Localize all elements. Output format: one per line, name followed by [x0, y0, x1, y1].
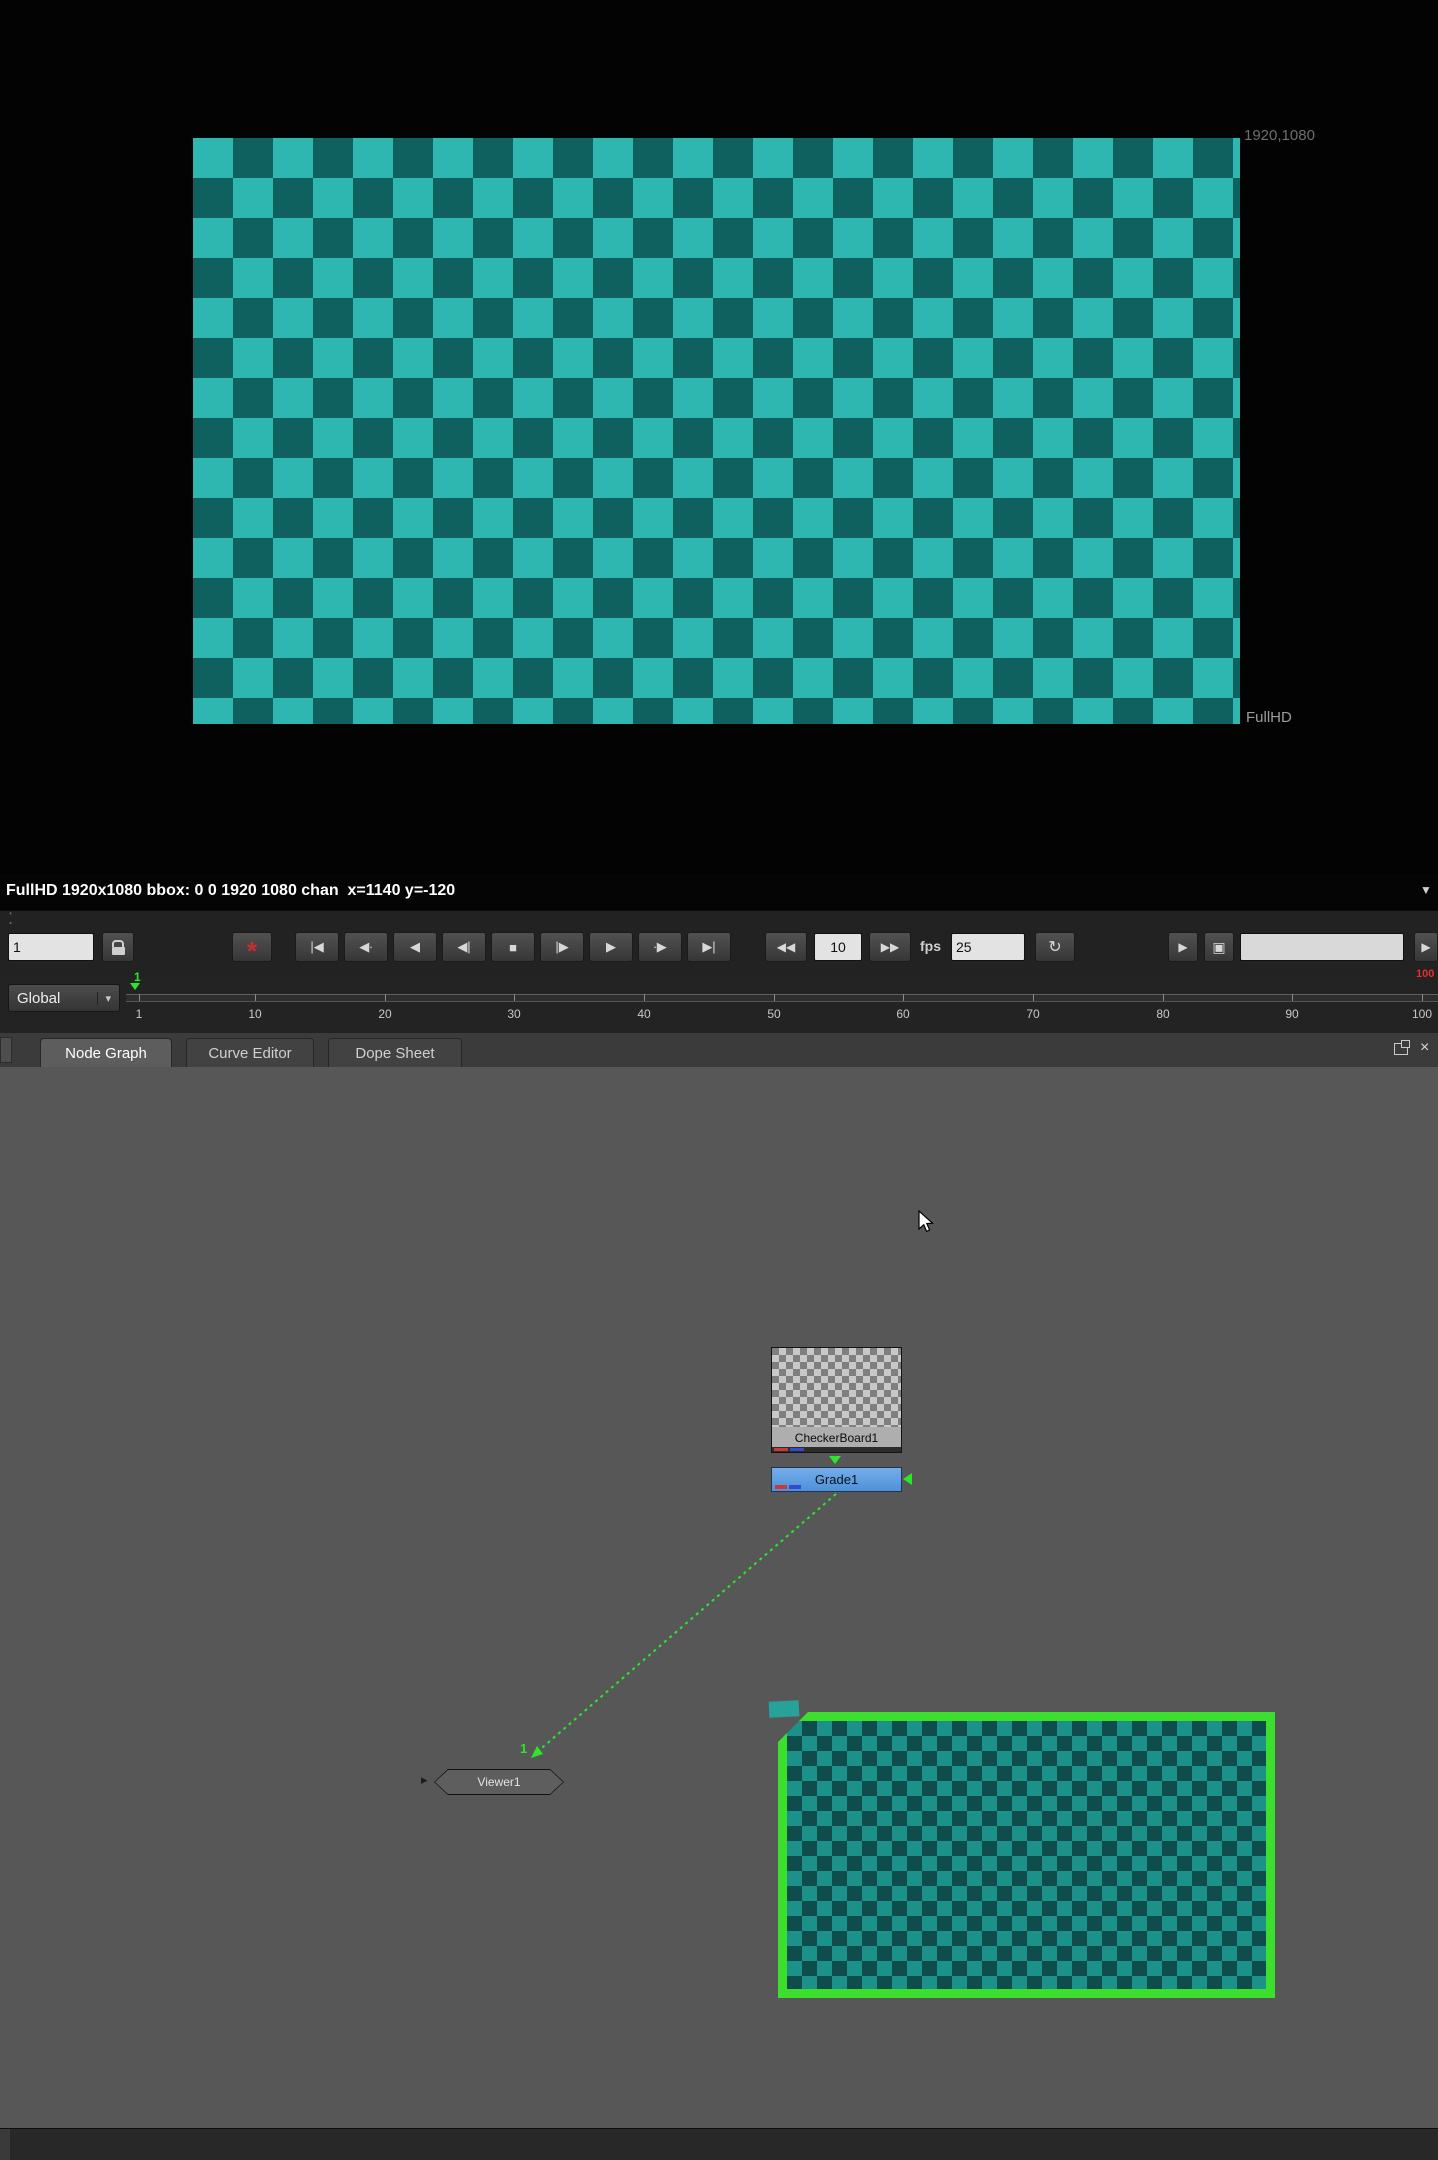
tick-label: 90	[1285, 1007, 1298, 1021]
in-point-marker[interactable]: 1	[134, 970, 141, 984]
tick-label: 50	[767, 1007, 780, 1021]
abort-render-button[interactable]: *	[232, 932, 272, 962]
node-label: CheckerBoard1	[772, 1428, 901, 1447]
chevron-down-icon[interactable]: ▼	[1420, 883, 1432, 897]
tick-label: 30	[507, 1007, 520, 1021]
play-forward-keyframe-button[interactable]: ∙▶	[638, 932, 682, 962]
drag-handle-icon[interactable]: ⁚	[8, 909, 14, 929]
tick-mark	[1422, 994, 1423, 1001]
blue-channel-chip	[790, 1448, 804, 1451]
goto-end-button[interactable]: ▶|	[687, 932, 731, 962]
checkerboard-thumbnail	[772, 1348, 901, 1427]
channel-chips	[772, 1447, 901, 1452]
float-pane-icon[interactable]	[1394, 1043, 1408, 1055]
tab-dope-sheet[interactable]: Dope Sheet	[328, 1038, 462, 1067]
pipe-input-number: 1	[520, 1741, 527, 1756]
tick-mark	[139, 994, 140, 1001]
mask-input-arrow[interactable]	[903, 1473, 912, 1485]
lock-frame-button[interactable]	[102, 932, 134, 962]
red-channel-chip	[774, 1448, 788, 1451]
pane-grip-handle[interactable]	[0, 1037, 12, 1063]
goto-start-button[interactable]: |◀	[295, 932, 339, 962]
red-asterisk-icon: *	[247, 946, 257, 956]
render-button[interactable]: ▣	[1204, 932, 1234, 962]
node-checkerboard1[interactable]: CheckerBoard1	[771, 1347, 902, 1453]
node-graph-pane[interactable]: 1 CheckerBoard1 Grade1 Viewer1 ▸	[0, 1067, 1438, 2128]
preview-corner-tab	[769, 1700, 800, 1718]
viewer-pane[interactable]: 1920,1080 FullHD	[0, 0, 1438, 874]
timeline-ruler[interactable]	[126, 994, 1438, 1002]
nuke-window: 1920,1080 FullHD FullHD 1920x1080 bbox: …	[0, 0, 1438, 2160]
transport-bar: ⁚ * |◀ ◀∙ ◀ ◀| ■ |▶ ▶ ∙▶ ▶| ◀◀ ▶▶ fps ↻ …	[0, 910, 1438, 979]
viewer-resolution-label: 1920,1080	[1244, 127, 1315, 144]
lock-icon	[112, 940, 124, 947]
flipbook-button[interactable]: ▶	[1168, 932, 1198, 962]
viewer-status-bar: FullHD 1920x1080 bbox: 0 0 1920 1080 cha…	[0, 874, 1438, 910]
preview-checkerboard	[787, 1721, 1266, 1989]
bottom-handle[interactable]	[0, 2129, 10, 2160]
tab-curve-editor[interactable]: Curve Editor	[186, 1038, 314, 1067]
tick-mark	[385, 994, 386, 1001]
tab-node-graph[interactable]: Node Graph	[40, 1038, 172, 1067]
tick-label: 100	[1412, 1007, 1432, 1021]
tick-label: 1	[136, 1007, 143, 1021]
node-label: Grade1	[815, 1472, 858, 1487]
step-forward-button[interactable]: |▶	[540, 932, 584, 962]
checkerboard-render-image	[193, 138, 1240, 724]
tick-mark	[255, 994, 256, 1001]
tick-label: 10	[248, 1007, 261, 1021]
tick-label: 80	[1156, 1007, 1169, 1021]
tick-mark	[774, 994, 775, 1001]
close-icon[interactable]: ×	[1420, 1039, 1429, 1057]
play-backward-keyframe-button[interactable]: ◀∙	[344, 932, 388, 962]
viewer-input-arrow: ▸	[421, 1772, 428, 1788]
play-forward-button[interactable]: ▶	[589, 932, 633, 962]
chevron-down-icon: ▾	[97, 992, 111, 1005]
node-viewer1[interactable]: Viewer1	[434, 1769, 564, 1795]
tick-mark	[1292, 994, 1293, 1001]
out-point-marker[interactable]: 100	[1416, 968, 1438, 980]
jump-forward-button[interactable]: ▶▶	[869, 932, 911, 962]
tick-label: 40	[637, 1007, 650, 1021]
render-preview-thumbnail[interactable]	[778, 1712, 1275, 1998]
overflow-button[interactable]: ▶	[1414, 932, 1438, 962]
node-label: Viewer1	[477, 1775, 520, 1789]
tick-mark	[514, 994, 515, 1001]
tick-label: 70	[1026, 1007, 1039, 1021]
tick-mark	[1163, 994, 1164, 1001]
current-frame-input[interactable]	[8, 933, 94, 961]
frame-range-input[interactable]	[1240, 933, 1404, 961]
tick-label: 60	[896, 1007, 909, 1021]
output-connector-arrow[interactable]	[829, 1456, 841, 1464]
play-backward-button[interactable]: ◀	[393, 932, 437, 962]
red-channel-chip	[775, 1485, 787, 1489]
blue-channel-chip	[789, 1485, 801, 1489]
fps-input[interactable]	[951, 933, 1025, 961]
viewer-format-label: FullHD	[1246, 709, 1292, 726]
pane-tab-bar: Node Graph Curve Editor Dope Sheet ×	[0, 1033, 1438, 1068]
frame-increment-input[interactable]	[814, 933, 862, 961]
tick-mark	[1033, 994, 1034, 1001]
timeline-bar[interactable]: Global ▾ 1 10 20 30 40 50 60 70 80 90 10…	[0, 978, 1438, 1033]
fps-label: fps	[920, 938, 941, 954]
mouse-cursor	[917, 1210, 937, 1234]
stop-button[interactable]: ■	[491, 932, 535, 962]
tick-label: 20	[378, 1007, 391, 1021]
step-back-button[interactable]: ◀|	[442, 932, 486, 962]
frame-range-dropdown[interactable]: Global ▾	[8, 984, 120, 1012]
tick-mark	[903, 994, 904, 1001]
bottom-status-bar	[0, 2128, 1438, 2160]
jump-back-button[interactable]: ◀◀	[765, 932, 807, 962]
viewer-status-text: FullHD 1920x1080 bbox: 0 0 1920 1080 cha…	[6, 882, 455, 900]
loop-playback-button[interactable]: ↻	[1035, 932, 1075, 962]
tick-mark	[644, 994, 645, 1001]
frame-range-value: Global	[17, 990, 60, 1007]
